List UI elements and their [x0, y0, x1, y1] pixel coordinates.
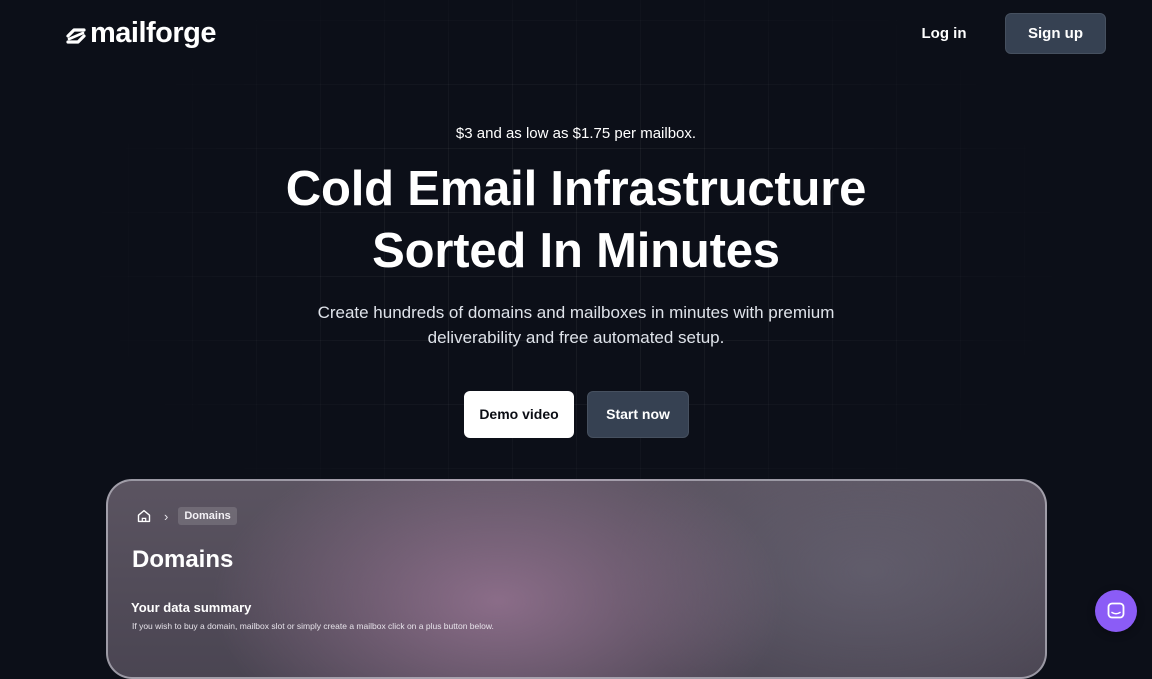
login-link[interactable]: Log in: [910, 22, 978, 46]
mailforge-logo-icon: [66, 27, 86, 44]
dashboard-preview: › Domains Domains Your data summary If y…: [106, 479, 1047, 679]
pricing-eyebrow: $3 and as low as $1.75 per mailbox.: [455, 125, 697, 142]
hero-subtitle: Create hundreds of domains and mailboxes…: [317, 303, 835, 347]
preview-page-title: Domains: [132, 546, 234, 573]
start-now-button[interactable]: Start now: [587, 391, 689, 438]
headline-line-2: Sorted In Minutes: [372, 224, 780, 278]
data-summary-heading: Your data summary: [131, 600, 252, 615]
chat-launcher-button[interactable]: [1095, 590, 1137, 632]
logo-text: mailforge: [90, 17, 217, 49]
headline-line-1: Cold Email Infrastructure: [285, 162, 867, 216]
breadcrumb-domains[interactable]: Domains: [178, 507, 237, 525]
signup-button[interactable]: Sign up: [1005, 13, 1106, 54]
chevron-right-icon: ›: [164, 508, 169, 524]
demo-video-button[interactable]: Demo video: [464, 391, 574, 438]
data-summary-description: If you wish to buy a domain, mailbox slo…: [132, 621, 494, 631]
breadcrumb: › Domains: [136, 505, 237, 527]
hero-headline: Cold Email Infrastructure Sorted In Minu…: [200, 158, 952, 282]
brand-logo[interactable]: mailforge: [63, 16, 217, 50]
chat-icon: [1107, 602, 1125, 619]
top-navigation: mailforge Log in Sign up: [0, 0, 1152, 68]
home-icon[interactable]: [136, 508, 152, 524]
